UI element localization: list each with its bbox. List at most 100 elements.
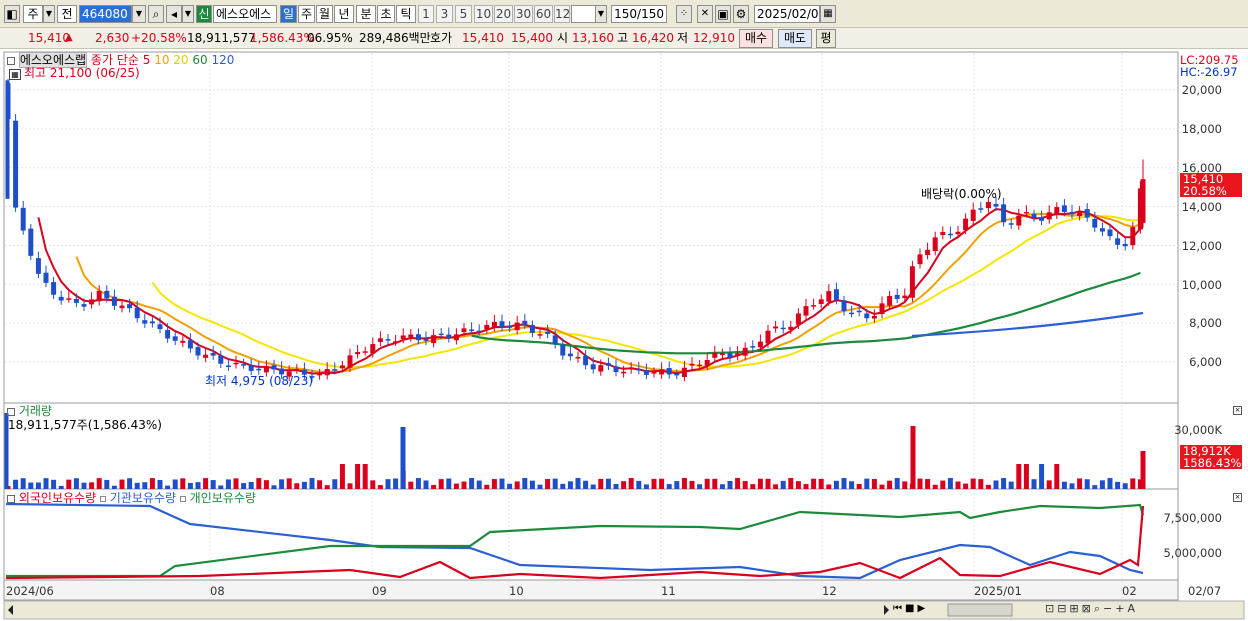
candle-body (780, 327, 786, 330)
chevron-down-icon[interactable]: ▼ (595, 5, 607, 23)
candle-body (909, 266, 915, 298)
calendar-icon[interactable]: ▦ (820, 5, 836, 23)
calendar-icon[interactable]: ▦ (9, 69, 21, 80)
playback-controls[interactable]: ⏮■▶ (893, 603, 928, 614)
volume-bar (925, 479, 931, 489)
volume-bar (127, 478, 133, 489)
dots-icon[interactable]: ⁘ (676, 5, 692, 23)
volume-bar (332, 479, 338, 489)
volume-bar (81, 482, 87, 489)
candle-body (324, 369, 330, 376)
chevron-down-icon[interactable]: ▼ (132, 5, 146, 23)
scope-select[interactable]: 전 (57, 5, 77, 23)
candle-body (985, 202, 991, 209)
period-year-tab[interactable]: 년 (334, 5, 354, 23)
candle-body (750, 346, 756, 348)
crosshair-icon[interactable]: ✕ (697, 5, 713, 23)
search-icon[interactable]: ⌕ (148, 5, 164, 23)
chevron-down-icon[interactable]: ▼ (43, 5, 55, 23)
volume-bar (955, 481, 961, 489)
candle-body (651, 372, 657, 374)
interval-120[interactable]: 120 (554, 5, 570, 23)
volume-legend: 거래량 (7, 404, 52, 418)
volume-bar (347, 483, 353, 489)
volume-bar (263, 480, 269, 489)
x-tick: 10 (509, 584, 524, 598)
ask-price: 15,410 (462, 31, 504, 45)
period-tick-tab[interactable]: 틱 (396, 5, 416, 23)
x-tick: 12 (822, 584, 837, 598)
price-legend: 에스오에스랩 종가 단순 5 10 20 60 120 (7, 52, 234, 68)
volume-bar (750, 484, 756, 489)
volume-bar (719, 484, 725, 489)
close-icon[interactable]: × (1233, 406, 1242, 415)
candle-body (1099, 228, 1105, 232)
eval-button[interactable]: 평 (816, 29, 836, 48)
volume-bar (993, 480, 999, 489)
panel-icon[interactable]: ◧ (4, 5, 20, 23)
interval-10[interactable]: 10 (474, 5, 493, 23)
zoom-controls[interactable]: ⊡⊟⊞⊠⌕−+A (1045, 602, 1138, 616)
volume-bar (514, 481, 520, 489)
chart-canvas[interactable] (0, 50, 1248, 621)
candle-body (871, 315, 877, 319)
low-annotation: 최저 4,975 (08/23) (205, 374, 314, 388)
candle-body (697, 364, 703, 367)
period-second-tab[interactable]: 초 (377, 5, 395, 23)
sell-button[interactable]: 매도 (778, 29, 812, 48)
candle-body (195, 347, 201, 356)
date-input[interactable]: 2025/02/07 (754, 5, 820, 23)
panel-menu-icon[interactable] (7, 407, 15, 416)
panel-menu-icon[interactable] (7, 494, 15, 503)
stock-name-field: 에스오에스 (213, 5, 277, 23)
interval-20[interactable]: 20 (494, 5, 513, 23)
candle-body (96, 290, 102, 302)
scroll-thumb[interactable] (947, 603, 1013, 617)
volume-bar (119, 479, 125, 489)
market-select[interactable]: 주 (23, 5, 43, 23)
period-minute-tab[interactable]: 분 (356, 5, 376, 23)
high-price: 16,420 (632, 31, 674, 45)
volume-bar (317, 480, 323, 489)
volume-bar (248, 481, 254, 489)
candle-body (5, 80, 10, 199)
interval-60[interactable]: 60 (534, 5, 553, 23)
stock-code-input[interactable]: 464080 (79, 5, 132, 23)
interval-1[interactable]: 1 (418, 5, 434, 23)
interval-30[interactable]: 30 (514, 5, 533, 23)
gear-icon[interactable]: ⚙ (733, 5, 749, 23)
period-day-tab[interactable]: 일 (280, 5, 297, 23)
volume-bar (1046, 480, 1052, 489)
legend-individual: 개인보유수량 (189, 491, 256, 505)
interval-3[interactable]: 3 (436, 5, 453, 23)
legend-foreign: 외국인보유수량 (18, 491, 97, 505)
volume-bar (324, 485, 330, 489)
candle-body (423, 338, 429, 341)
volume-bar (605, 478, 611, 489)
candle-body (1130, 227, 1136, 246)
volume-bar (590, 484, 596, 489)
volume-bar (757, 478, 763, 489)
panel-menu-icon[interactable] (7, 56, 15, 65)
bar-count-input[interactable]: 150/150 (611, 5, 667, 23)
close-icon[interactable]: × (1233, 493, 1242, 502)
period-month-tab[interactable]: 월 (316, 5, 333, 23)
interval-5[interactable]: 5 (455, 5, 472, 23)
candle-body (13, 120, 19, 208)
candle-body (1122, 243, 1128, 247)
period-week-tab[interactable]: 주 (298, 5, 315, 23)
buy-button[interactable]: 매수 (739, 29, 773, 48)
speaker-icon[interactable]: ◂ (166, 5, 182, 23)
volume-bar (491, 479, 497, 489)
candle-body (529, 324, 535, 333)
volume-bar (1039, 464, 1045, 489)
chevron-down-icon[interactable]: ▼ (182, 5, 194, 23)
volume-bar (879, 484, 885, 489)
price-tick: 6,000 (1189, 355, 1222, 369)
candle-body (35, 258, 41, 274)
legend-ma20: 20 (173, 53, 189, 67)
candle-body (1023, 212, 1029, 214)
candle-body (187, 340, 193, 349)
volume-bar (674, 481, 680, 489)
save-icon[interactable]: ▣ (715, 5, 731, 23)
